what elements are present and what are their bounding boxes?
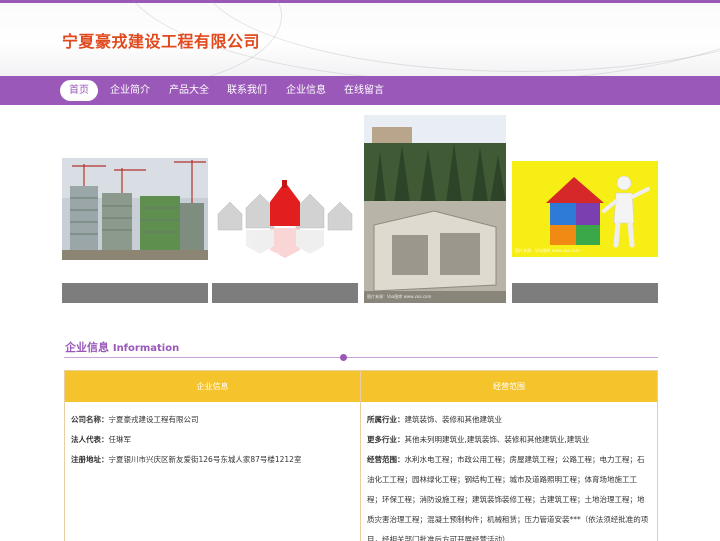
gallery-card[interactable] — [62, 115, 208, 303]
site-title[interactable]: 宁夏豪戎建设工程有限公司 — [62, 28, 260, 52]
scope-value: 水利水电工程；市政公用工程；房屋建筑工程；公路工程；电力工程；石油化工工程；园林… — [367, 455, 649, 541]
image-watermark: 图片来源：Vaa图库 www.vaa.com — [515, 248, 580, 253]
company-info-table: 企业信息 公司名称：宁夏豪戎建设工程有限公司 法人代表：任琳军 注册地址：宁夏银… — [64, 370, 658, 541]
gallery-caption-bar — [212, 283, 358, 303]
main-nav: 首页 企业简介 产品大全 联系我们 企业信息 在线留言 — [0, 76, 720, 105]
scope-label: 经营范围： — [367, 455, 405, 464]
section-title-en: Information — [112, 343, 180, 354]
nav-company-info[interactable]: 企业信息 — [277, 80, 335, 101]
address-value: 宁夏银川市兴庆区新友爱街126号东城人家87号楼1212室 — [108, 455, 302, 464]
foundation-photo[interactable]: 图片来源：Vaa图库 www.vaa.com — [364, 115, 506, 303]
gallery-caption-bar — [512, 283, 658, 303]
product-gallery: 图片来源：Vaa图库 www.vaa.com 图片来源：Vaa图库 www.va… — [0, 115, 720, 305]
section-divider — [64, 357, 658, 358]
puzzle-house-image[interactable]: 图片来源：Vaa图库 www.vaa.com — [512, 161, 658, 257]
houses-image[interactable]: 图片来源：Vaa图库 www.vaa.com — [212, 158, 358, 260]
legal-rep-value: 任琳军 — [108, 435, 132, 444]
gallery-caption-bar — [62, 283, 208, 303]
nav-message[interactable]: 在线留言 — [335, 80, 393, 101]
business-scope-column: 经营范围 所属行业：建筑装饰、装修和其他建筑业 更多行业：其他未列明建筑业,建筑… — [361, 371, 657, 541]
nav-products[interactable]: 产品大全 — [160, 80, 218, 101]
legal-rep-row: 法人代表：任琳军 — [71, 430, 354, 450]
address-label: 注册地址： — [71, 455, 109, 464]
nav-home[interactable]: 首页 — [60, 80, 98, 101]
more-industry-label: 更多行业： — [367, 435, 405, 444]
section-title-cn: 企业信息 — [65, 341, 109, 354]
gallery-card[interactable]: 图片来源：Vaa图库 www.vaa.com — [364, 115, 510, 303]
scope-row: 经营范围：水利水电工程；市政公用工程；房屋建筑工程；公路工程；电力工程；石油化工… — [367, 450, 651, 541]
gallery-card[interactable]: 图片来源：Vaa图库 www.vaa.com — [212, 115, 358, 303]
building-photo[interactable] — [62, 158, 208, 260]
industry-row: 所属行业：建筑装饰、装修和其他建筑业 — [367, 410, 651, 430]
company-info-rows: 公司名称：宁夏豪戎建设工程有限公司 法人代表：任琳军 注册地址：宁夏银川市兴庆区… — [65, 402, 360, 470]
industry-label: 所属行业： — [367, 415, 405, 424]
business-scope-rows: 所属行业：建筑装饰、装修和其他建筑业 更多行业：其他未列明建筑业,建筑装饰、装修… — [361, 402, 657, 541]
legal-rep-label: 法人代表： — [71, 435, 109, 444]
section-divider-dot — [340, 354, 347, 361]
company-name-label: 公司名称： — [71, 415, 109, 424]
address-row: 注册地址：宁夏银川市兴庆区新友爱街126号东城人家87号楼1212室 — [71, 450, 354, 470]
nav-contact[interactable]: 联系我们 — [218, 80, 276, 101]
industry-value: 建筑装饰、装修和其他建筑业 — [404, 415, 503, 424]
nav-company-intro[interactable]: 企业简介 — [101, 80, 159, 101]
image-watermark: 图片来源：Vaa图库 www.vaa.com — [367, 294, 432, 299]
company-name-row: 公司名称：宁夏豪戎建设工程有限公司 — [71, 410, 354, 430]
section-title: 企业信息 Information — [65, 339, 179, 355]
more-industry-value: 其他未列明建筑业,建筑装饰、装修和其他建筑业,建筑业 — [404, 435, 590, 444]
company-info-header: 企业信息 — [65, 371, 360, 402]
company-info-column: 企业信息 公司名称：宁夏豪戎建设工程有限公司 法人代表：任琳军 注册地址：宁夏银… — [65, 371, 361, 541]
business-scope-header: 经营范围 — [361, 371, 657, 402]
company-name-value: 宁夏豪戎建设工程有限公司 — [108, 415, 199, 424]
site-header: 宁夏豪戎建设工程有限公司 — [0, 0, 720, 76]
image-watermark: 图片来源：Vaa图库 www.vaa.com — [215, 251, 280, 256]
more-industry-row: 更多行业：其他未列明建筑业,建筑装饰、装修和其他建筑业,建筑业 — [367, 430, 651, 450]
gallery-card[interactable]: 图片来源：Vaa图库 www.vaa.com — [512, 115, 658, 303]
